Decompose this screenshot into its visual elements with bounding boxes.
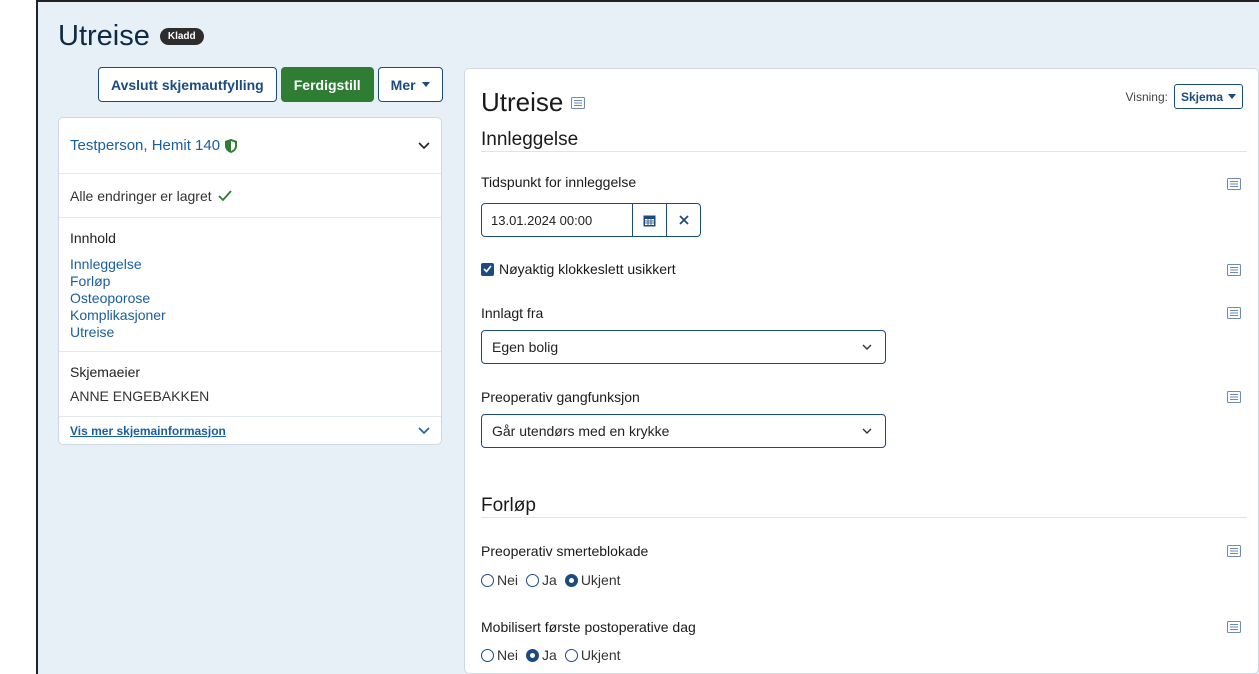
radio-option[interactable]: Ukjent — [564, 572, 621, 588]
more-info-row[interactable]: Vis mer skjemainformasjon — [59, 417, 441, 444]
status-badge: Kladd — [159, 28, 204, 45]
form-sidebar: Testperson, Hemit 140 Alle endringer er … — [58, 117, 442, 445]
finish-button[interactable]: Ferdigstill — [280, 67, 374, 102]
radio-option[interactable]: Nei — [481, 572, 518, 588]
chevron-down-icon — [862, 344, 872, 350]
view-label: Visning: — [1125, 89, 1168, 104]
radio-option[interactable]: Nei — [481, 647, 518, 663]
chevron-down-icon — [862, 428, 872, 434]
list-icon[interactable] — [1227, 621, 1241, 633]
check-icon — [483, 265, 492, 273]
radio-button-selected[interactable] — [526, 648, 540, 662]
preop-walking-select[interactable]: Går utendørs med en krykke — [481, 414, 886, 448]
admission-time-field: 13.01.2024 00:00 — [481, 203, 701, 237]
section-forlop: Forløp — [481, 495, 536, 516]
list-icon[interactable] — [1227, 178, 1241, 190]
patient-header[interactable]: Testperson, Hemit 140 — [59, 118, 441, 174]
view-value: Skjema — [1180, 89, 1223, 104]
radio-label: Nei — [497, 572, 519, 588]
mobilized-label: Mobilisert første postoperative dag — [481, 619, 696, 635]
list-icon[interactable] — [571, 96, 586, 109]
save-status-text: Alle endringer er lagret — [70, 187, 212, 204]
more-button[interactable]: Mer — [377, 67, 443, 102]
calendar-icon — [643, 215, 656, 226]
form-title: Utreise — [481, 87, 564, 117]
radio-option[interactable]: Ja — [526, 647, 557, 663]
shield-icon — [225, 138, 238, 153]
owner-name: ANNE ENGEBAKKEN — [70, 388, 210, 404]
content-nav: Innhold Innleggelse Forløp Osteoporose K… — [59, 218, 441, 352]
caret-down-icon — [1228, 94, 1236, 99]
radio-label: Ukjent — [580, 647, 621, 663]
nav-link-osteoporose[interactable]: Osteoporose — [70, 290, 430, 307]
form-owner: Skjemaeier ANNE ENGEBAKKEN — [59, 352, 441, 417]
radio-button[interactable] — [481, 648, 494, 662]
check-icon — [218, 189, 232, 201]
list-icon[interactable] — [1227, 307, 1241, 319]
radio-label: Ja — [542, 647, 557, 663]
uncertain-time-checkbox[interactable] — [481, 262, 494, 276]
form-panel: Utreise Visning: Skjema Innleggelse Tids… — [464, 68, 1259, 674]
view-selector: Visning: Skjema — [1125, 84, 1243, 109]
radio-option[interactable]: Ja — [526, 572, 557, 588]
clear-date-button[interactable] — [666, 204, 700, 236]
view-dropdown[interactable]: Skjema — [1173, 84, 1243, 109]
section-divider — [481, 517, 1247, 518]
toolbar: Avslutt skjemautfylling Ferdigstill Mer — [98, 67, 443, 102]
uncertain-time-label: Nøyaktig klokkeslett usikkert — [499, 261, 676, 277]
patient-name: Testperson, Hemit 140 — [70, 137, 221, 154]
radio-label: Ja — [542, 572, 557, 588]
more-button-label: Mer — [390, 76, 416, 93]
mobilized-radio-group: Nei Ja Ukjent — [481, 647, 621, 663]
radio-label: Ukjent — [580, 572, 621, 588]
section-divider — [481, 151, 1247, 152]
page-title-row: Utreise Kladd — [58, 20, 204, 53]
close-icon — [678, 215, 689, 225]
radio-button[interactable] — [481, 573, 494, 587]
calendar-button[interactable] — [632, 204, 666, 236]
nav-link-utreise[interactable]: Utreise — [70, 324, 430, 341]
admitted-from-value: Egen bolig — [492, 339, 559, 355]
radio-button[interactable] — [564, 648, 578, 662]
nav-link-innleggelse[interactable]: Innleggelse — [70, 256, 430, 273]
section-innleggelse: Innleggelse — [481, 129, 579, 150]
page-title: Utreise — [58, 20, 150, 52]
admission-time-input[interactable]: 13.01.2024 00:00 — [482, 204, 632, 236]
form-title-row: Utreise — [481, 87, 586, 118]
nav-link-forlop[interactable]: Forløp — [70, 273, 430, 290]
admission-time-label: Tidspunkt for innleggelse — [481, 174, 637, 190]
radio-label: Nei — [497, 647, 519, 663]
nav-link-komplikasjoner[interactable]: Komplikasjoner — [70, 307, 430, 324]
radio-button[interactable] — [526, 573, 540, 587]
more-info-link[interactable]: Vis mer skjemainformasjon — [70, 424, 226, 438]
list-icon[interactable] — [1227, 264, 1241, 276]
admitted-from-label: Innlagt fra — [481, 305, 544, 321]
patient-name-row: Testperson, Hemit 140 — [70, 137, 238, 154]
chevron-down-icon[interactable] — [418, 141, 430, 150]
pain-block-radio-group: Nei Ja Ukjent — [481, 572, 621, 588]
save-status: Alle endringer er lagret — [59, 174, 441, 218]
chevron-down-icon[interactable] — [418, 426, 430, 435]
caret-down-icon — [421, 82, 430, 87]
owner-heading: Skjemaeier — [70, 364, 141, 380]
list-icon[interactable] — [1227, 391, 1241, 403]
preop-walking-label: Preoperativ gangfunksjon — [481, 389, 640, 405]
preop-walking-value: Går utendørs med en krykke — [492, 423, 670, 439]
radio-button-selected[interactable] — [564, 573, 578, 587]
pain-block-label: Preoperativ smerteblokade — [481, 543, 649, 559]
list-icon[interactable] — [1227, 545, 1241, 557]
uncertain-time-row[interactable]: Nøyaktig klokkeslett usikkert — [481, 261, 676, 277]
content-heading: Innhold — [70, 230, 116, 246]
exit-form-button[interactable]: Avslutt skjemautfylling — [98, 67, 277, 102]
radio-option[interactable]: Ukjent — [564, 647, 621, 663]
admitted-from-select[interactable]: Egen bolig — [481, 330, 886, 364]
